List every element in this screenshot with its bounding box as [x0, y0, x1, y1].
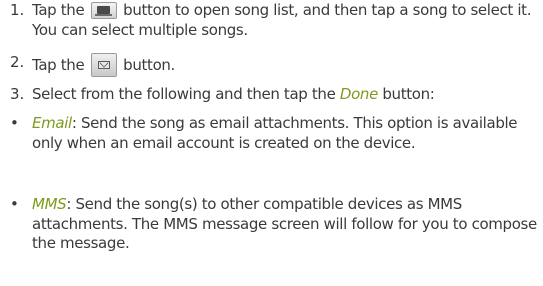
step-number: 1.: [10, 1, 25, 19]
step-text-end: button:: [382, 85, 435, 103]
step-3: 3. Select from the following and then ta…: [10, 85, 537, 105]
option-description: : Send the song as email attachments. Th…: [32, 114, 518, 152]
option-mms: • MMS: Send the song(s) to other compati…: [10, 195, 537, 254]
step-text: Select from the following and then tap t…: [32, 85, 537, 105]
step-text-start: Select from the following and then tap t…: [32, 85, 336, 103]
step-number: 3.: [10, 85, 25, 103]
option-email: • Email: Send the song as email attachme…: [10, 114, 537, 153]
step-text-start: Tap the: [32, 56, 85, 74]
step-2: 2. Tap the button.: [10, 53, 537, 77]
option-label: Email: [32, 114, 72, 132]
instructions-document: 1. Tap the button to open song list, and…: [0, 0, 543, 286]
option-label: MMS: [32, 195, 67, 213]
option-text: Email: Send the song as email attachment…: [32, 114, 537, 153]
step-1: 1. Tap the button to open song list, and…: [10, 1, 537, 40]
song-list-icon: [90, 2, 117, 19]
step-text: Tap the button to open song list, and th…: [32, 1, 537, 40]
done-button-reference: Done: [339, 85, 378, 103]
step-text-end: button.: [123, 56, 175, 74]
bullet: •: [10, 195, 19, 213]
step-text-start: Tap the: [32, 1, 85, 19]
step-number: 2.: [10, 53, 25, 71]
option-text: MMS: Send the song(s) to other compatibl…: [32, 195, 537, 254]
option-description: : Send the song(s) to other compatible d…: [32, 195, 537, 252]
send-icon: [90, 53, 117, 77]
bullet: •: [10, 114, 19, 132]
step-text: Tap the button.: [32, 53, 537, 77]
